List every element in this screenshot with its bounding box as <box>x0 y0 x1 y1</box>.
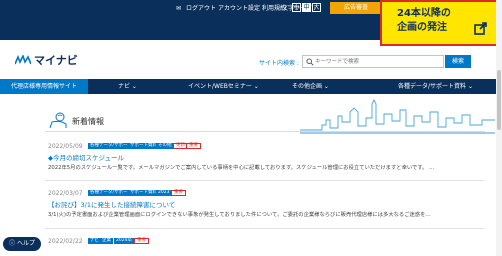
help-button-label: ヘルプ <box>16 240 35 247</box>
news-item-body: 3/1(火)の予定書面および企業管理画面にログインできない事象が発生しておりまし… <box>48 212 431 218</box>
tag[interactable]: サポート資料 <box>128 143 159 149</box>
tag[interactable]: 企業 <box>100 238 113 244</box>
search-label: サイト内検索 : <box>259 60 299 67</box>
search-box <box>302 55 444 68</box>
nav-navi[interactable]: ナビ ⌄ <box>118 79 137 94</box>
news-section-title: 新着情報 <box>72 117 104 126</box>
font-size-small-button[interactable]: 小 <box>292 3 301 12</box>
tag-important[interactable]: 重要 <box>186 143 201 149</box>
nav-data-support-label: 各種データ/サポート資料 <box>398 83 467 90</box>
news-item-title[interactable]: 【お詫び】3/1に発生した接続障害について <box>48 199 175 209</box>
tag[interactable]: サポート資料 <box>128 190 159 196</box>
search-icon <box>306 58 314 66</box>
news-divider <box>45 228 485 229</box>
logout-link[interactable]: ログアウト <box>186 3 216 15</box>
news-date: 2022/02/22 <box>48 238 83 245</box>
font-size-large-button[interactable]: 大 <box>312 3 321 12</box>
nav-data-support[interactable]: 各種データ/サポート資料 ⌄ <box>398 79 473 94</box>
skyline-decoration <box>300 98 495 134</box>
external-link-icon <box>474 22 487 35</box>
news-date: 2022/05/09 <box>48 143 83 150</box>
nav-events[interactable]: イベント/WEBセミナー ⌄ <box>188 79 259 94</box>
search-button[interactable]: 検索 <box>445 55 471 68</box>
help-button[interactable]: ⓘ ヘルプ <box>3 237 41 251</box>
tag-important[interactable]: 重要 <box>171 190 186 196</box>
news-item-body: 2022年5月のスケジュール一覧です。メールマガジンでご案内している事柄を中心に… <box>48 165 435 171</box>
mynavi-logo-icon <box>15 55 31 65</box>
news-divider <box>45 180 485 181</box>
account-settings-link[interactable]: アカウント設定 <box>218 3 260 15</box>
order-popup[interactable]: 24本以降の 企画の発注 <box>380 0 500 46</box>
tag[interactable]: 2023 <box>156 190 172 196</box>
tag-important[interactable]: 重要 <box>134 238 149 244</box>
font-size-medium-button[interactable]: 中 <box>302 3 311 12</box>
news-header-divider <box>45 131 485 132</box>
nav-navi-label: ナビ <box>118 83 131 90</box>
news-date: 2022/03/07 <box>48 190 83 197</box>
news-item-title[interactable]: ◆今月の締切スケジュール <box>48 152 124 162</box>
mail-icon[interactable]: ✉ <box>176 3 181 15</box>
news-icon <box>49 112 67 129</box>
scrollbar-thumb[interactable] <box>497 70 501 130</box>
popup-line-1: 24本以降の <box>397 8 451 19</box>
nav-other-plans-label: その他企画 <box>292 83 323 90</box>
search-input[interactable] <box>315 56 441 67</box>
popup-line-2: 企画の発注 <box>397 22 447 33</box>
tag[interactable]: その他 <box>156 143 174 149</box>
tag[interactable]: 2024卒 <box>114 238 134 244</box>
nav-other-plans[interactable]: その他企画 ⌄ <box>292 79 329 94</box>
advertiser-review-button[interactable]: 広告審査 <box>330 2 382 14</box>
logo-text: マイナビ <box>34 55 78 67</box>
nav-agency-site[interactable]: 代理店様専用情報サイト <box>0 79 88 94</box>
popup-text: 24本以降の 企画の発注 <box>397 7 469 35</box>
nav-events-label: イベント/WEBセミナー <box>188 83 252 90</box>
mynavi-logo[interactable]: マイナビ <box>15 53 78 67</box>
